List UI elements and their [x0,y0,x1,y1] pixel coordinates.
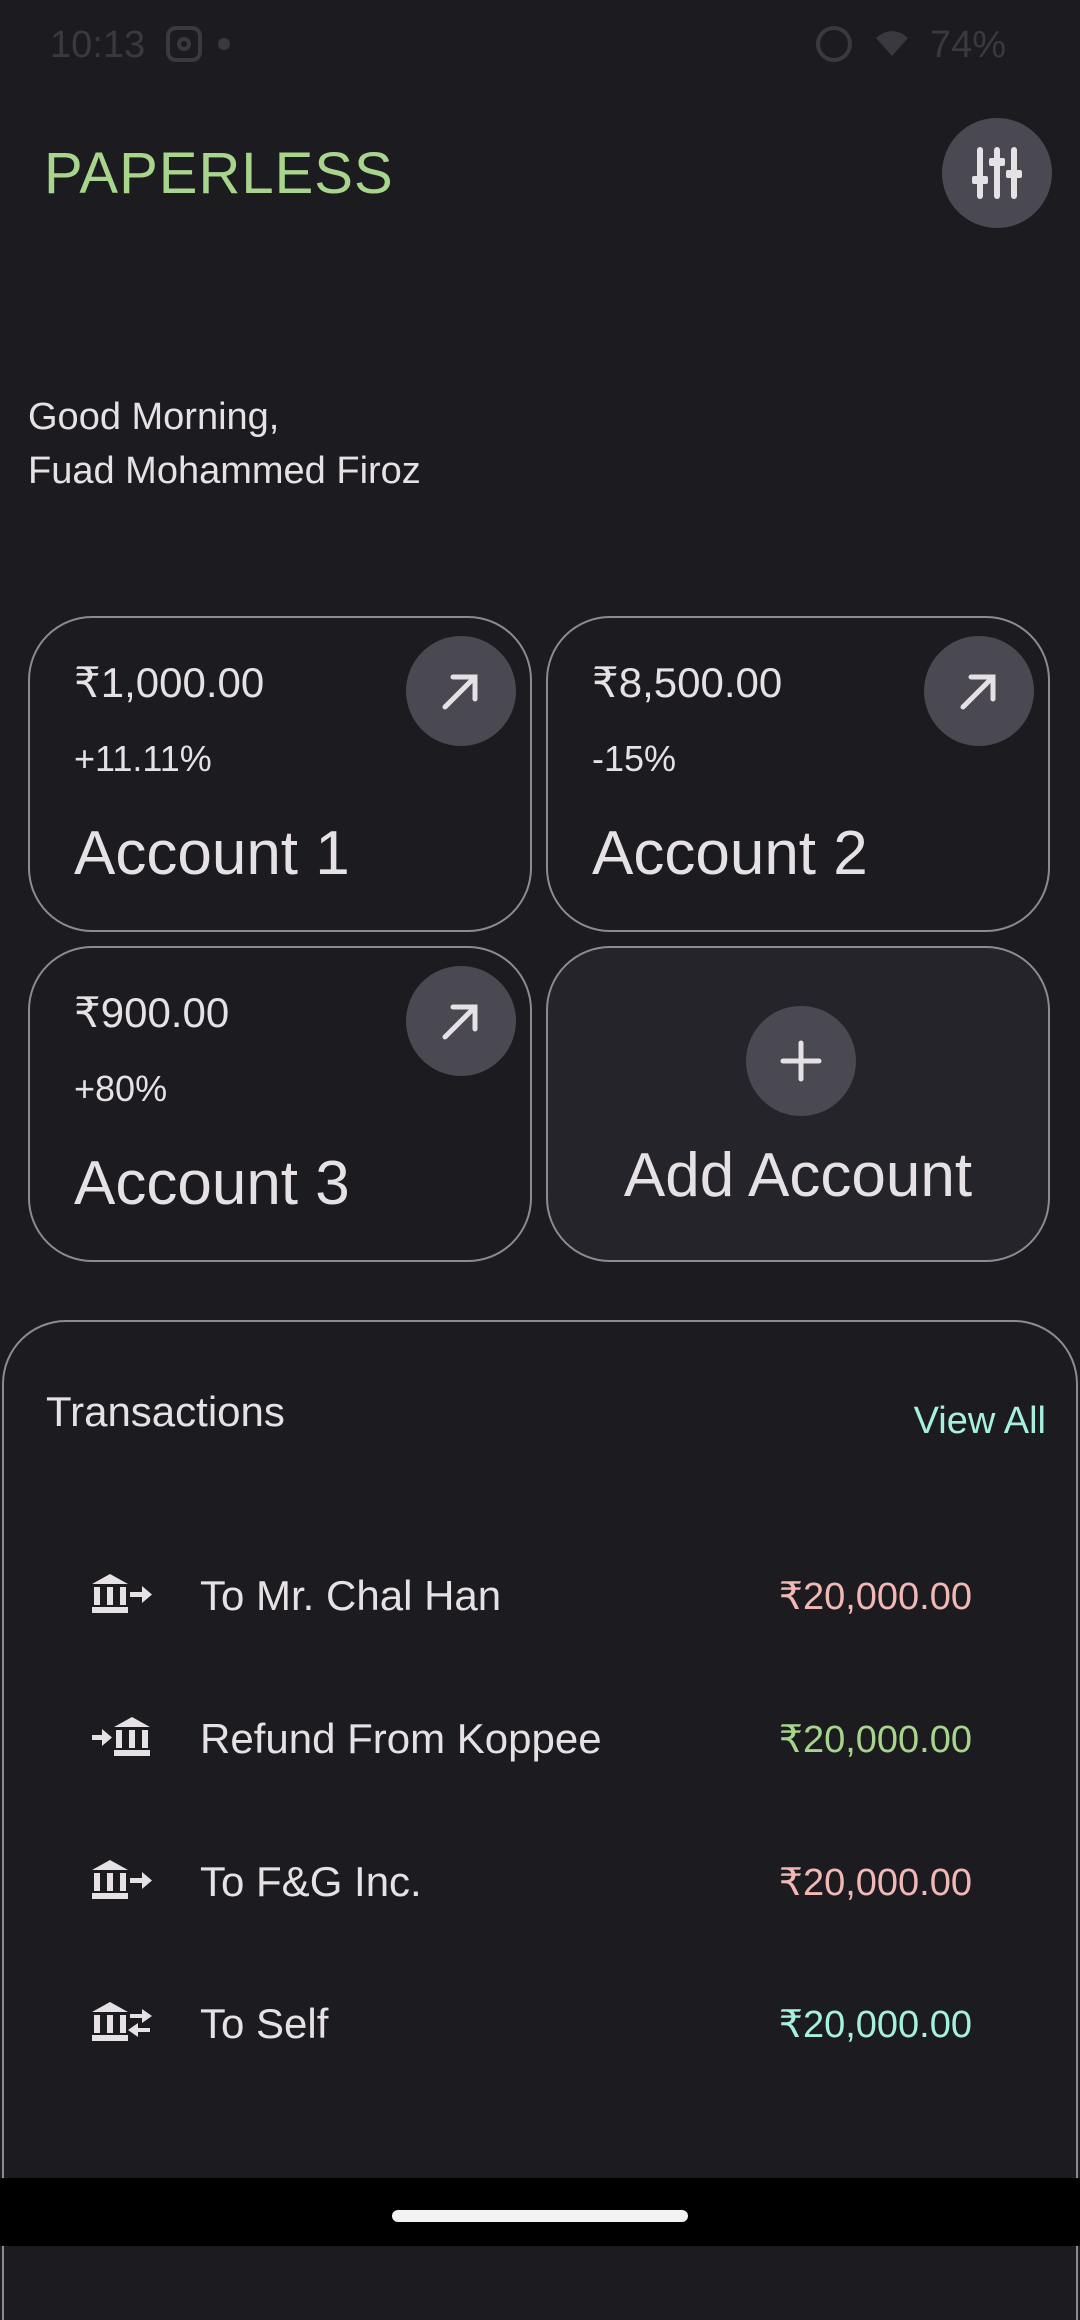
view-all-link[interactable]: View All [914,1400,1046,1443]
bank-transfer-self-icon [92,2002,152,2041]
arrow-up-right-icon [442,674,478,710]
account-name: Account 1 [74,819,350,888]
add-account-card[interactable]: Add Account [546,946,1050,1262]
battery-level: 74% [930,24,1007,66]
settings-button[interactable] [942,118,1052,228]
account-balance: ₹900.00 [74,989,230,1036]
bank-transfer-out-icon [92,1860,152,1899]
transaction-amount: ₹20,000.00 [778,1862,972,1904]
account-card[interactable]: ₹900.00 +80% Account 3 [28,946,532,1262]
transaction-amount: ₹20,000.00 [778,2004,972,2046]
notification-dot-icon [218,38,230,50]
alarm-icon [816,26,852,62]
account-card[interactable]: ₹1,000.00 +11.11% Account 1 [28,616,532,932]
account-name: Account 2 [592,819,868,888]
home-gesture-handle[interactable] [392,2210,688,2222]
transaction-label: To Mr. Chal Han [200,1572,502,1619]
account-change: +11.11% [74,738,212,779]
transaction-amount: ₹20,000.00 [778,1576,972,1618]
greeting: Good Morning, Fuad Mohammed Firoz [28,390,421,498]
account-card[interactable]: ₹8,500.00 -15% Account 2 [546,616,1050,932]
account-balance: ₹8,500.00 [592,659,783,706]
status-bar: 10:13 74% [0,0,1080,90]
arrow-up-right-icon [442,1004,478,1040]
app-title: PAPERLESS [44,141,394,206]
account-change: -15% [592,738,677,779]
system-nav-bar [0,2178,1080,2246]
transaction-label: Refund From Koppee [200,1715,602,1762]
transaction-row[interactable]: Refund From Koppee ₹20,000.00 [4,1677,1080,1797]
account-name: Account 3 [74,1149,350,1218]
transaction-row[interactable]: To F&G Inc. ₹20,000.00 [4,1820,1080,1940]
wifi-icon [876,31,908,56]
tune-sliders-icon [972,147,1022,199]
open-account-button[interactable] [406,636,516,746]
account-change: +80% [74,1068,168,1109]
transaction-row[interactable]: To Self ₹20,000.00 [4,1962,1080,2082]
open-account-button[interactable] [406,966,516,1076]
user-name: Fuad Mohammed Firoz [28,450,421,492]
transaction-amount: ₹20,000.00 [778,1719,972,1761]
greeting-line: Good Morning, [28,396,280,438]
open-account-button[interactable] [924,636,1034,746]
bank-transfer-out-icon [92,1574,152,1613]
transaction-row[interactable]: To Mr. Chal Han ₹20,000.00 [4,1534,1080,1654]
status-time: 10:13 [50,24,146,66]
transactions-panel: Transactions View All To Mr. Chal Han ₹2… [2,1320,1078,2320]
add-account-label: Add Account [623,1141,973,1210]
transaction-label: To Self [200,2000,329,2047]
arrow-up-right-icon [960,674,996,710]
transaction-label: To F&G Inc. [200,1858,422,1905]
bank-transfer-in-icon [92,1717,150,1756]
account-balance: ₹1,000.00 [74,659,265,706]
instagram-icon [166,26,202,62]
transactions-title: Transactions [46,1388,285,1435]
add-account-button[interactable] [746,1006,856,1116]
plus-icon [780,1040,822,1082]
